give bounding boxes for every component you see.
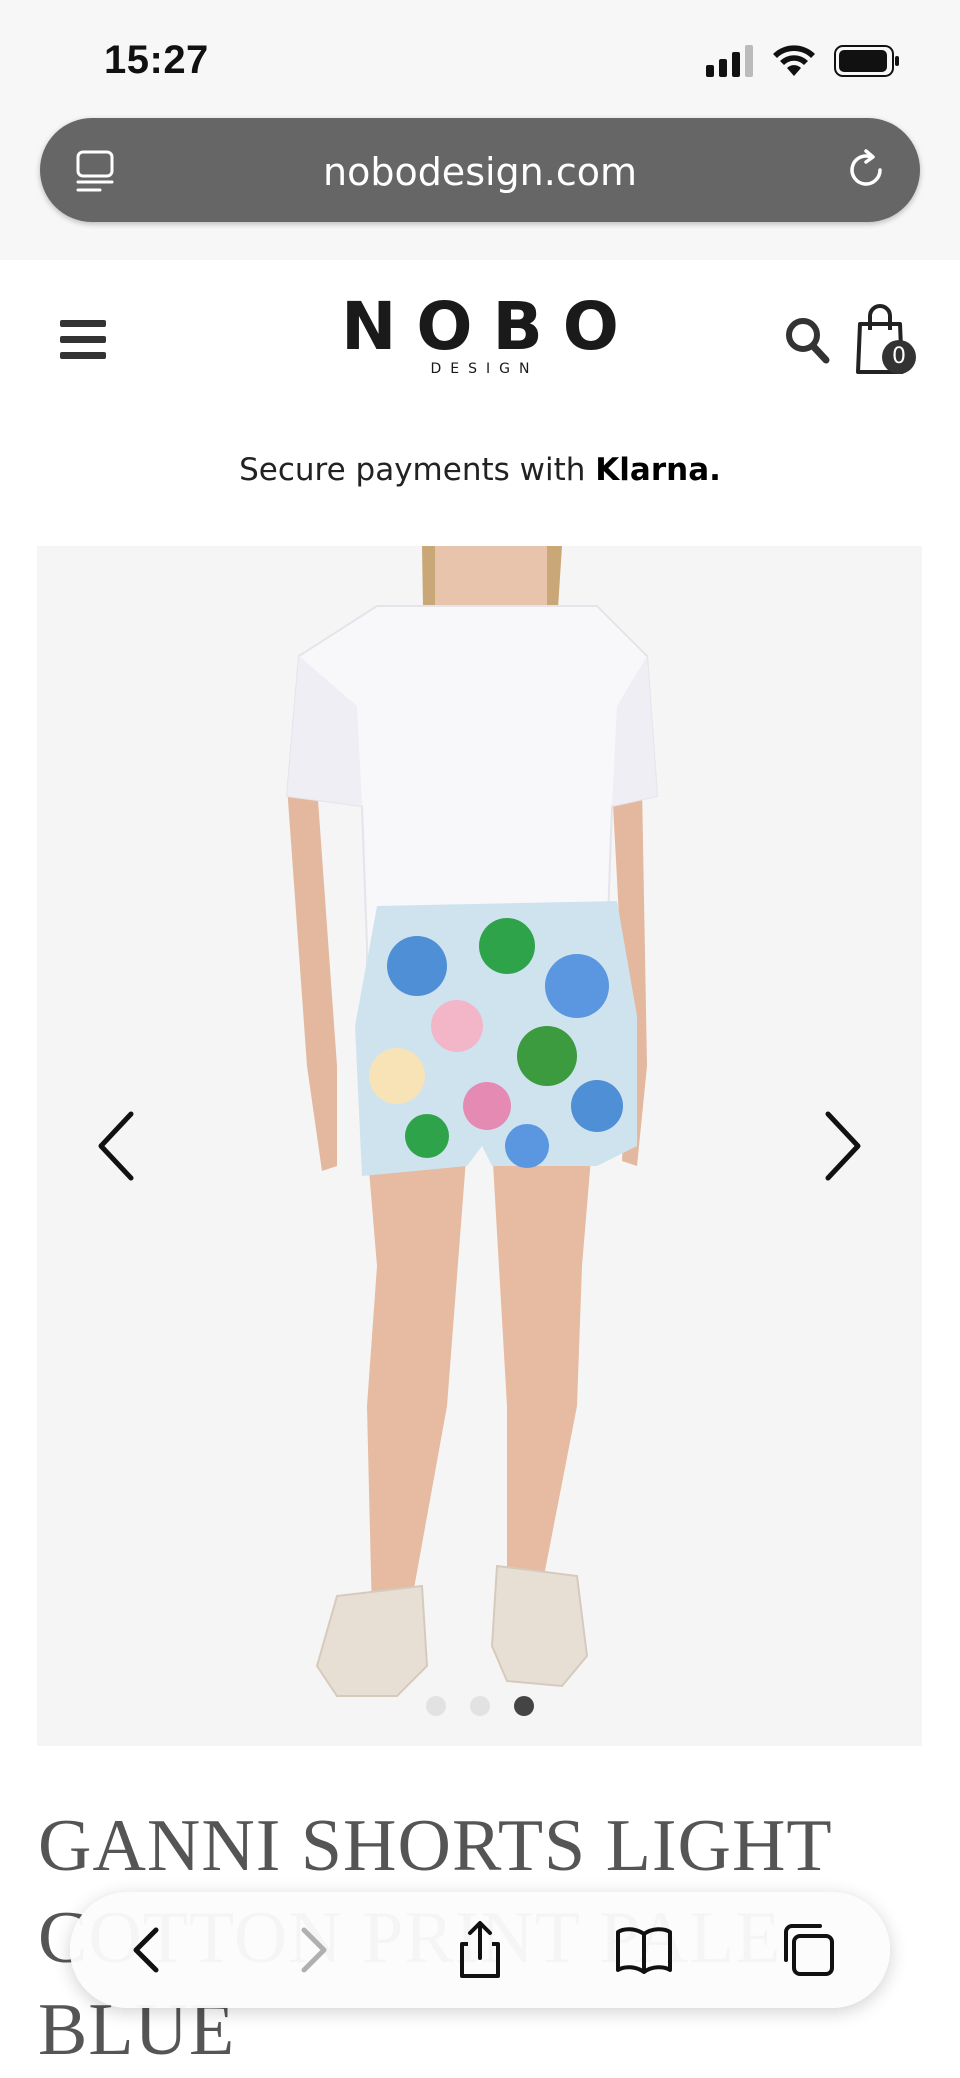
- share-icon[interactable]: [450, 1920, 510, 1980]
- address-bar[interactable]: nobodesign.com: [40, 118, 920, 222]
- gallery-dot[interactable]: [469, 1696, 490, 1716]
- status-icons: [706, 44, 900, 78]
- status-time: 15:27: [104, 38, 209, 82]
- shopping-bag-button[interactable]: 0: [850, 300, 920, 380]
- reload-icon[interactable]: [844, 148, 888, 192]
- cart-count-badge: 0: [882, 340, 916, 374]
- tabs-icon[interactable]: [778, 1920, 838, 1980]
- status-bar: 15:27: [0, 0, 960, 110]
- klarna-promo-text: Secure payments with: [239, 452, 596, 488]
- browser-toolbar: [70, 1892, 890, 2008]
- battery-icon: [834, 45, 899, 77]
- klarna-promo: Secure payments with Klarna.: [0, 452, 960, 488]
- gallery-dot-active[interactable]: [513, 1696, 534, 1716]
- search-icon[interactable]: [784, 316, 830, 364]
- chevron-right-icon[interactable]: [812, 1106, 872, 1186]
- cellular-signal-icon: [706, 45, 753, 77]
- forward-icon[interactable]: [282, 1920, 342, 1980]
- product-image-gallery[interactable]: [37, 546, 922, 1746]
- url-text[interactable]: nobodesign.com: [40, 150, 920, 194]
- klarna-logo: Klarna.: [595, 452, 721, 488]
- wifi-icon: [773, 45, 815, 76]
- site-header: NOBO DESIGN 0: [0, 270, 960, 410]
- bookmarks-icon[interactable]: [614, 1920, 674, 1980]
- gallery-pagination: [37, 1696, 922, 1716]
- chevron-left-icon[interactable]: [87, 1106, 147, 1186]
- product-photo: [285, 546, 659, 1697]
- browser-address-area: nobodesign.com: [0, 110, 960, 260]
- back-icon[interactable]: [118, 1920, 178, 1980]
- gallery-dot[interactable]: [425, 1696, 446, 1716]
